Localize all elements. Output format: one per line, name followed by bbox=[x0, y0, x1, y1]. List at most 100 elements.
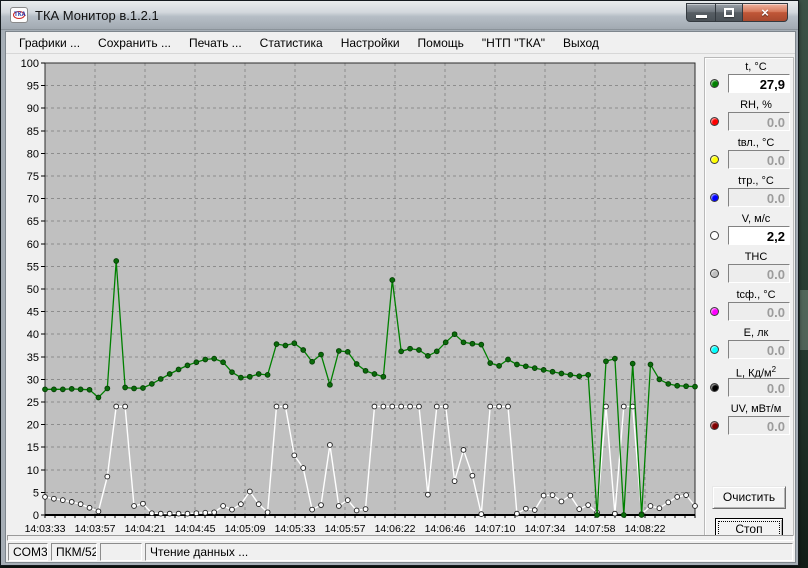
y-axis-label: 70 bbox=[27, 194, 39, 206]
y-axis-label: 50 bbox=[27, 284, 39, 296]
app-window: ТКА ТКА Монитор в.1.2.1 × Графики ... Сох… bbox=[0, 0, 799, 566]
sensor-label: RH, % bbox=[740, 99, 772, 111]
sensor-label: tтр., °C bbox=[738, 175, 774, 187]
y-axis-label: 5 bbox=[33, 487, 39, 499]
y-axis-label: 10 bbox=[27, 465, 39, 477]
menu-item-7[interactable]: Выход bbox=[554, 33, 608, 53]
sensor-value-field: 0.0 bbox=[728, 264, 790, 283]
status-cell-empty bbox=[100, 543, 142, 561]
y-axis-label: 45 bbox=[27, 307, 39, 319]
close-icon: × bbox=[761, 5, 769, 20]
chart-svg: 0 5 10 15 20 25 30 35 40 45 50 55 60 65 70 75 80 85 90 95 10… bbox=[21, 58, 698, 535]
sensor-label: V, м/с bbox=[741, 213, 771, 225]
sensor-label: UV, мВт/м bbox=[730, 403, 782, 415]
minimize-icon bbox=[695, 15, 707, 18]
sensor-row-4: V, м/с 2,2 bbox=[705, 212, 793, 250]
y-axis-label: 75 bbox=[27, 171, 39, 183]
sensor-color-dot bbox=[710, 383, 719, 392]
sensor-label: tвл., °C bbox=[737, 137, 775, 149]
sensor-color-dot bbox=[710, 307, 719, 316]
sensor-label: t, °C bbox=[745, 61, 767, 73]
menu-item-5[interactable]: Помощь bbox=[409, 33, 473, 53]
menu-item-0[interactable]: Графики ... bbox=[10, 33, 89, 53]
resize-grip-strip bbox=[7, 535, 794, 541]
sensor-list: t, °C 27,9 RH, % 0.0 tвл., °C 0.0 tтр., °C 0.0 V… bbox=[705, 60, 793, 440]
x-axis-label: 14:05:57 bbox=[325, 523, 366, 535]
desktop: ТКА ТКА Монитор в.1.2.1 × Графики ... Сох… bbox=[0, 0, 808, 568]
sensor-row-7: E, лк 0.0 bbox=[705, 326, 793, 364]
sensor-color-dot bbox=[710, 421, 719, 430]
sensor-value-field: 0.0 bbox=[728, 340, 790, 359]
sensor-row-2: tвл., °C 0.0 bbox=[705, 136, 793, 174]
y-axis-label: 65 bbox=[27, 216, 39, 228]
sensor-value-field: 2,2 bbox=[728, 226, 790, 245]
sensor-value-field: 0.0 bbox=[728, 150, 790, 169]
x-axis-label: 14:05:09 bbox=[225, 523, 266, 535]
x-axis-label: 14:06:22 bbox=[375, 523, 416, 535]
x-axis-label: 14:05:33 bbox=[275, 523, 316, 535]
sensor-row-6: tсф., °C 0.0 bbox=[705, 288, 793, 326]
menu-item-4[interactable]: Настройки bbox=[332, 33, 409, 53]
sensor-row-9: UV, мВт/м 0.0 bbox=[705, 402, 793, 440]
sensor-color-dot bbox=[710, 231, 719, 240]
sensor-color-dot bbox=[710, 269, 719, 278]
sensor-color-dot bbox=[710, 193, 719, 202]
sensor-color-dot bbox=[710, 79, 719, 88]
sensor-row-5: ТНС 0.0 bbox=[705, 250, 793, 288]
sensor-color-dot bbox=[710, 117, 719, 126]
close-button[interactable]: × bbox=[742, 3, 788, 22]
y-axis-label: 80 bbox=[27, 148, 39, 160]
sensor-value-field: 0.0 bbox=[728, 188, 790, 207]
sensor-label: E, лк bbox=[743, 327, 769, 339]
window-controls: × bbox=[686, 3, 788, 22]
sensor-color-dot bbox=[710, 155, 719, 164]
window-title: ТКА Монитор в.1.2.1 bbox=[35, 8, 159, 23]
menu-item-1[interactable]: Сохранить ... bbox=[89, 33, 180, 53]
menu-item-3[interactable]: Статистика bbox=[251, 33, 332, 53]
sensor-value-field: 0.0 bbox=[728, 302, 790, 321]
sensor-panel: t, °C 27,9 RH, % 0.0 tвл., °C 0.0 tтр., °C 0.0 V… bbox=[704, 57, 794, 541]
sensor-color-dot bbox=[710, 345, 719, 354]
y-axis-label: 30 bbox=[27, 374, 39, 386]
x-axis-label: 14:04:45 bbox=[175, 523, 216, 535]
maximize-icon bbox=[724, 8, 734, 17]
sensor-value-field: 0.0 bbox=[728, 378, 790, 397]
sensor-value-field: 0.0 bbox=[728, 416, 790, 435]
sensor-label: ТНС bbox=[744, 251, 768, 263]
sensor-row-0: t, °C 27,9 bbox=[705, 60, 793, 98]
y-axis-label: 40 bbox=[27, 329, 39, 341]
menu-item-2[interactable]: Печать ... bbox=[180, 33, 251, 53]
y-axis-label: 25 bbox=[27, 397, 39, 409]
x-axis-label: 14:03:33 bbox=[25, 523, 66, 535]
status-cell-device: ПКМ/52 bbox=[51, 543, 97, 561]
minimize-button[interactable] bbox=[686, 3, 716, 22]
status-cell-message: Чтение данных ... bbox=[145, 543, 793, 561]
x-axis-label: 14:07:34 bbox=[525, 523, 566, 535]
statusbar: COM3 ПКМ/52 Чтение данных ... bbox=[6, 542, 795, 562]
y-axis-label: 90 bbox=[27, 103, 39, 115]
sensor-row-3: tтр., °C 0.0 bbox=[705, 174, 793, 212]
status-cell-port: COM3 bbox=[8, 543, 48, 561]
y-axis-label: 100 bbox=[21, 58, 39, 70]
menu-item-6[interactable]: "НТП "ТКА" bbox=[473, 33, 554, 53]
x-axis-label: 14:06:46 bbox=[425, 523, 466, 535]
clear-button[interactable]: Очистить bbox=[712, 486, 786, 509]
y-axis-label: 35 bbox=[27, 352, 39, 364]
client-area: Графики ... Сохранить ... Печать ... Статис… bbox=[5, 31, 796, 563]
x-axis-label: 14:04:21 bbox=[125, 523, 166, 535]
y-axis-label: 60 bbox=[27, 239, 39, 251]
maximize-button[interactable] bbox=[715, 3, 743, 22]
x-axis-label: 14:08:22 bbox=[625, 523, 666, 535]
app-icon: ТКА bbox=[10, 7, 28, 23]
chart-panel: 0 5 10 15 20 25 30 35 40 45 50 55 60 65 70 75 80 85 90 95 10… bbox=[9, 57, 701, 538]
menubar: Графики ... Сохранить ... Печать ... Статис… bbox=[6, 32, 795, 54]
sensor-label: tсф., °C bbox=[736, 289, 776, 301]
desktop-strip bbox=[800, 0, 808, 568]
x-axis-label: 14:03:57 bbox=[75, 523, 116, 535]
y-axis-label: 95 bbox=[27, 81, 39, 93]
sensor-value-field: 0.0 bbox=[728, 112, 790, 131]
sensor-row-1: RH, % 0.0 bbox=[705, 98, 793, 136]
titlebar[interactable]: ТКА ТКА Монитор в.1.2.1 × bbox=[1, 1, 798, 30]
x-axis-label: 14:07:58 bbox=[575, 523, 616, 535]
y-axis-label: 55 bbox=[27, 261, 39, 273]
